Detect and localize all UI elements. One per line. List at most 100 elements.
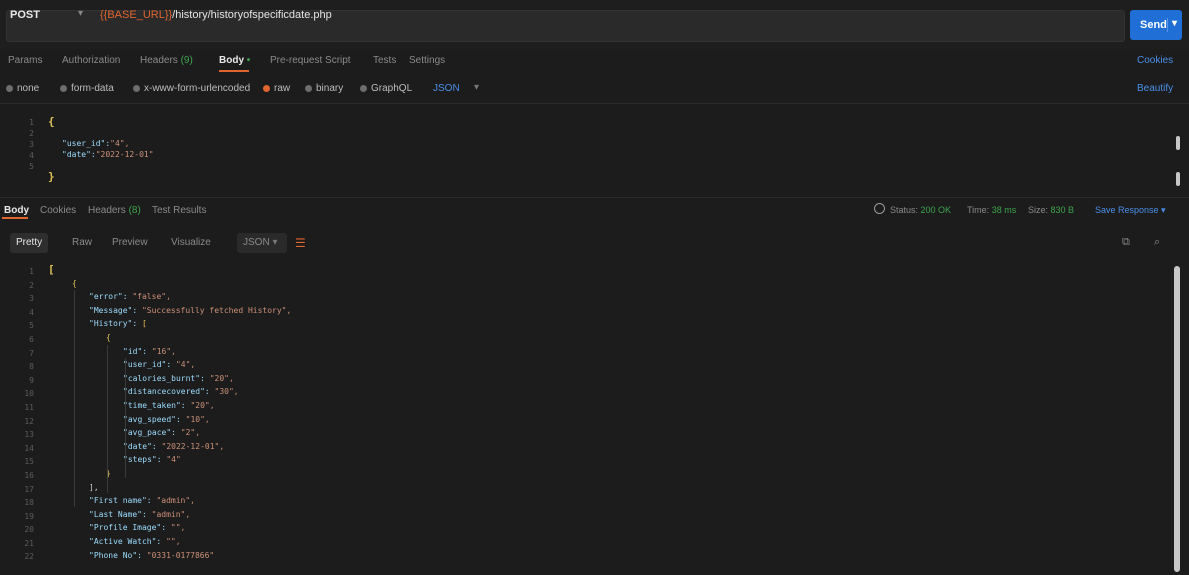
response-tab-body[interactable]: Body — [4, 205, 29, 216]
code-line: "time_taken": "20", — [123, 401, 215, 410]
json-value: [ — [141, 319, 147, 329]
line-number: 4 — [29, 151, 34, 160]
raw-format-select[interactable]: JSON — [433, 83, 460, 94]
line-number: 21 — [24, 538, 34, 548]
tab-params[interactable]: Params — [8, 55, 42, 66]
line-number: 16 — [24, 470, 34, 480]
scrollbar-thumb[interactable] — [1174, 266, 1180, 572]
radio-dot — [360, 84, 367, 92]
code-line: "Active Watch": "", — [89, 537, 181, 546]
code-line: "History": [ — [89, 319, 147, 328]
line-number: 2 — [29, 129, 34, 138]
radio-binary[interactable]: binary — [305, 83, 343, 94]
line-number: 3 — [29, 294, 34, 304]
tab-body[interactable]: Body • — [219, 55, 250, 66]
radio-x-www-form-urlencoded[interactable]: x-www-form-urlencoded — [133, 83, 250, 94]
line-number: 5 — [29, 321, 34, 331]
radio-dot — [263, 84, 270, 92]
open-brace: { — [48, 115, 55, 128]
radio-label: GraphQL — [371, 83, 413, 94]
send-button[interactable]: Send ▾ — [1130, 10, 1182, 40]
size-readout: Size: 830 B — [1028, 205, 1074, 215]
radio-graphql[interactable]: GraphQL — [360, 83, 412, 94]
tab-label: Pre-request Script — [270, 55, 351, 66]
method-select[interactable]: POST — [10, 9, 40, 21]
json-value: "0331-0177866" — [146, 550, 215, 560]
tab-pre-request-script[interactable]: Pre-request Script — [270, 55, 351, 66]
view-raw[interactable]: Raw — [66, 233, 98, 253]
line-number: 8 — [29, 362, 34, 372]
json-key: "user_id": — [62, 139, 111, 148]
radio-label: binary — [316, 83, 344, 94]
response-tab-test-results[interactable]: Test Results — [152, 205, 206, 216]
json-key: "Profile Image": — [89, 523, 171, 533]
line-number: 17 — [24, 484, 34, 494]
tab-label: Authorization — [62, 55, 121, 66]
json-punctuation: ], — [89, 482, 99, 492]
send-dropdown-icon[interactable]: ▾ — [1167, 18, 1177, 32]
code-line: "avg_speed": "10", — [123, 415, 210, 424]
status-label: Status: — [890, 205, 919, 215]
radio-dot — [6, 84, 13, 92]
json-key: "avg_pace": — [123, 428, 181, 438]
tab-tests[interactable]: Tests — [373, 55, 396, 66]
view-pretty[interactable]: Pretty — [10, 233, 49, 253]
tab-headers[interactable]: Headers (9) — [140, 55, 193, 66]
radio-label: none — [17, 83, 40, 94]
view-visualize[interactable]: Visualize — [165, 233, 217, 253]
json-value: "4" — [166, 455, 181, 465]
json-value: "admin", — [151, 509, 191, 519]
cookies-link[interactable]: Cookies — [1137, 55, 1173, 66]
json-value: "", — [166, 537, 181, 546]
line-number: 18 — [24, 498, 34, 508]
response-format-select[interactable]: JSON ▾ — [237, 233, 287, 253]
code-line: "steps": "4" — [123, 455, 181, 464]
tab-settings[interactable]: Settings — [409, 55, 445, 66]
code-line: "date":"2022-12-01" — [62, 150, 154, 159]
scrollbar-thumb[interactable] — [1176, 136, 1180, 150]
chevron-down-icon[interactable]: ▾ — [474, 82, 479, 93]
json-value: "10", — [185, 414, 210, 424]
tab-underline — [2, 217, 28, 219]
url-input[interactable]: {{BASE_URL}}/history/historyofspecificda… — [100, 9, 332, 21]
json-value: "2", — [180, 428, 201, 438]
response-tab-headers[interactable]: Headers (8) — [88, 205, 141, 216]
request-body-editor[interactable] — [0, 103, 1189, 196]
tab-underline — [219, 70, 249, 72]
line-number: 4 — [29, 307, 34, 317]
line-number: 12 — [24, 416, 34, 426]
search-icon[interactable]: ⌕ — [1154, 236, 1160, 249]
json-key: "avg_speed": — [123, 414, 186, 424]
time-readout: Time: 38 ms — [967, 205, 1016, 215]
format-label: JSON — [243, 237, 270, 248]
json-key: "user_id": — [123, 360, 176, 370]
chevron-down-icon[interactable]: ▾ — [78, 8, 83, 19]
tab-label: Settings — [409, 55, 446, 66]
tab-label: Headers — [88, 205, 126, 216]
size-value: 830 B — [1050, 205, 1075, 215]
close-brace: } — [48, 170, 55, 183]
indent-guide — [74, 290, 75, 507]
beautify-link[interactable]: Beautify — [1137, 83, 1173, 94]
json-key: "First name": — [89, 496, 157, 506]
radio-label: x-www-form-urlencoded — [144, 83, 251, 94]
tab-authorization[interactable]: Authorization — [62, 55, 120, 66]
wrap-lines-icon[interactable]: ☰ — [295, 236, 306, 250]
json-key: "steps": — [123, 455, 167, 465]
globe-icon[interactable] — [874, 203, 885, 214]
copy-icon[interactable]: ⧉ — [1122, 236, 1130, 249]
save-response-button[interactable]: Save Response ▾ — [1095, 205, 1166, 216]
json-value: "", — [170, 523, 186, 533]
json-key: "Active Watch": — [89, 537, 167, 546]
radio-form-data[interactable]: form-data — [60, 83, 114, 94]
tab-count: (9) — [180, 55, 193, 66]
line-number: 15 — [24, 457, 34, 467]
radio-raw[interactable]: raw — [263, 83, 290, 94]
scrollbar-thumb[interactable] — [1176, 172, 1180, 186]
json-value: "30", — [214, 387, 239, 397]
response-tab-cookies[interactable]: Cookies — [40, 205, 76, 216]
line-number: 20 — [24, 525, 34, 535]
view-preview[interactable]: Preview — [106, 233, 154, 253]
radio-none[interactable]: none — [6, 83, 39, 94]
time-value: 38 ms — [991, 205, 1017, 215]
